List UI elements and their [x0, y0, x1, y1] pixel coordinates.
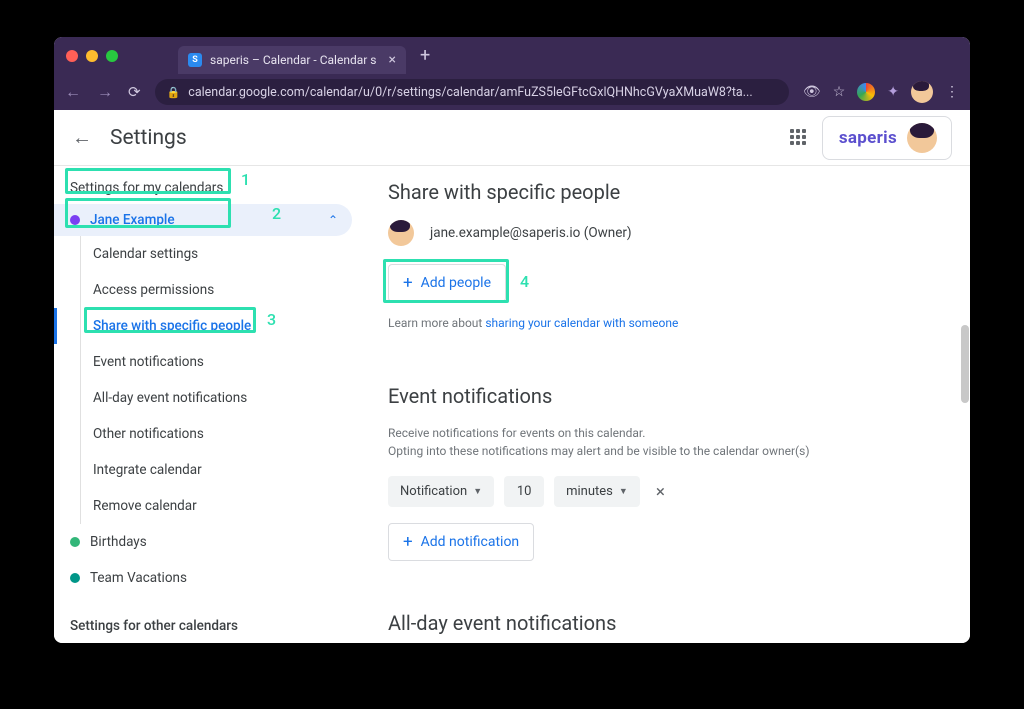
calendar-name: Team Vacations — [90, 570, 187, 586]
address-bar: ← → ⟳ 🔒 calendar.google.com/calendar/u/0… — [54, 74, 970, 110]
notification-unit-label: minutes — [566, 484, 613, 499]
sidebar-item-allday-notifications[interactable]: All-day event notifications — [81, 380, 364, 416]
maximize-window-button[interactable] — [106, 50, 118, 62]
sidebar-calendar-birthdays[interactable]: Birthdays — [54, 524, 364, 560]
sidebar-subitems: Calendar settings Access permissions Sha… — [80, 236, 364, 524]
sidebar-section-other-calendars[interactable]: Settings for other calendars — [54, 596, 364, 642]
kebab-menu-icon[interactable]: ⋮ — [945, 84, 960, 100]
app-body: Settings for my calendars Jane Example ⌃… — [54, 166, 970, 643]
toolbar-right: 👁 ☆ ✦ ⋮ — [803, 81, 960, 103]
sidebar-item-share-specific[interactable]: Share with specific people — [81, 308, 364, 344]
close-tab-icon[interactable]: × — [388, 52, 395, 68]
calendar-color-dot — [70, 215, 80, 225]
learn-more-link[interactable]: sharing your calendar with someone — [485, 316, 678, 330]
notification-type-select[interactable]: Notification ▼ — [388, 476, 494, 507]
desc-line1: Receive notifications for events on this… — [388, 426, 645, 440]
lock-icon: 🔒 — [167, 86, 181, 99]
calendar-color-dot — [70, 537, 80, 547]
annotation-number-2: 2 — [272, 204, 281, 223]
sidebar-item-remove-calendar[interactable]: Remove calendar — [81, 488, 364, 524]
owner-avatar-icon — [388, 220, 414, 246]
account-switcher[interactable]: saperis — [822, 116, 952, 160]
sidebar-calendar-jane[interactable]: Jane Example ⌃ — [54, 204, 352, 236]
nav-back-icon[interactable]: ← — [64, 82, 82, 102]
scrollbar-thumb[interactable] — [961, 325, 969, 403]
notification-value: 10 — [517, 484, 532, 499]
app-header: ← Settings saperis — [54, 110, 970, 166]
close-window-button[interactable] — [66, 50, 78, 62]
desc-line2: Opting into these notifications may aler… — [388, 444, 810, 458]
chevron-up-icon: ⌃ — [328, 213, 338, 227]
settings-sidebar: Settings for my calendars Jane Example ⌃… — [54, 166, 364, 643]
url-text: calendar.google.com/calendar/u/0/r/setti… — [188, 85, 752, 100]
event-notifications-desc: Receive notifications for events on this… — [388, 424, 940, 460]
account-avatar-icon — [907, 123, 937, 153]
notification-unit-select[interactable]: minutes ▼ — [554, 476, 640, 507]
url-field[interactable]: 🔒 calendar.google.com/calendar/u/0/r/set… — [155, 79, 789, 105]
reload-icon[interactable]: ⟳ — [128, 83, 141, 101]
owner-email: jane.example@saperis.io (Owner) — [430, 225, 632, 241]
sidebar-item-calendar-settings[interactable]: Calendar settings — [81, 236, 364, 272]
section-title-event-notifications: Event notifications — [388, 384, 940, 408]
page-title: Settings — [110, 126, 187, 150]
plus-icon: + — [403, 273, 413, 293]
remove-notification-icon[interactable]: × — [650, 482, 671, 502]
calendar-name: Birthdays — [90, 534, 147, 550]
main-panel: Share with specific people jane.example@… — [364, 166, 970, 643]
extension-icon[interactable] — [857, 83, 875, 101]
add-notification-label: Add notification — [421, 534, 520, 550]
calendar-color-dot — [70, 573, 80, 583]
new-tab-button[interactable]: + — [420, 45, 430, 66]
owner-row: jane.example@saperis.io (Owner) — [388, 220, 940, 246]
annotation-number-1: 1 — [241, 170, 250, 189]
titlebar: S saperis – Calendar - Calendar s × + — [54, 37, 970, 74]
sidebar-item-other-notifications[interactable]: Other notifications — [81, 416, 364, 452]
window-controls — [66, 50, 118, 62]
puzzle-icon[interactable]: ✦ — [887, 84, 899, 100]
notification-value-input[interactable]: 10 — [504, 476, 544, 507]
eye-icon[interactable]: 👁 — [803, 84, 821, 100]
caret-down-icon: ▼ — [619, 486, 628, 497]
plus-icon: + — [403, 532, 413, 552]
nav-forward-icon[interactable]: → — [96, 82, 114, 102]
sidebar-item-integrate-calendar[interactable]: Integrate calendar — [81, 452, 364, 488]
learn-prefix: Learn more about — [388, 316, 485, 330]
star-icon[interactable]: ☆ — [833, 84, 846, 100]
tab-favicon: S — [188, 53, 202, 67]
calendar-name: Jane Example — [90, 212, 175, 228]
add-people-label: Add people — [421, 275, 491, 291]
annotation-number-4: 4 — [520, 272, 529, 291]
caret-down-icon: ▼ — [473, 486, 482, 497]
settings-back-icon[interactable]: ← — [72, 125, 92, 150]
tab-title: saperis – Calendar - Calendar s — [210, 53, 376, 67]
brand-name: saperis — [839, 128, 897, 148]
sidebar-item-event-notifications[interactable]: Event notifications — [81, 344, 364, 380]
notification-type-label: Notification — [400, 484, 467, 499]
minimize-window-button[interactable] — [86, 50, 98, 62]
app-container: ← Settings saperis Settings for my calen… — [54, 110, 970, 643]
apps-grid-icon[interactable] — [790, 129, 808, 147]
sidebar-section-my-calendars[interactable]: Settings for my calendars — [54, 172, 364, 204]
browser-tab[interactable]: S saperis – Calendar - Calendar s × — [178, 46, 406, 74]
notification-row: Notification ▼ 10 minutes ▼ × — [388, 476, 940, 507]
section-title-share: Share with specific people — [388, 180, 940, 204]
profile-avatar-icon[interactable] — [911, 81, 933, 103]
sidebar-item-access-permissions[interactable]: Access permissions — [81, 272, 364, 308]
add-notification-button[interactable]: + Add notification — [388, 523, 534, 561]
add-people-button[interactable]: + Add people — [388, 264, 506, 302]
annotation-number-3: 3 — [267, 310, 276, 329]
learn-more-text: Learn more about sharing your calendar w… — [388, 316, 940, 330]
browser-window: S saperis – Calendar - Calendar s × + ← … — [54, 37, 970, 643]
section-title-allday: All-day event notifications — [388, 611, 940, 635]
sidebar-calendar-team-vacations[interactable]: Team Vacations — [54, 560, 364, 596]
